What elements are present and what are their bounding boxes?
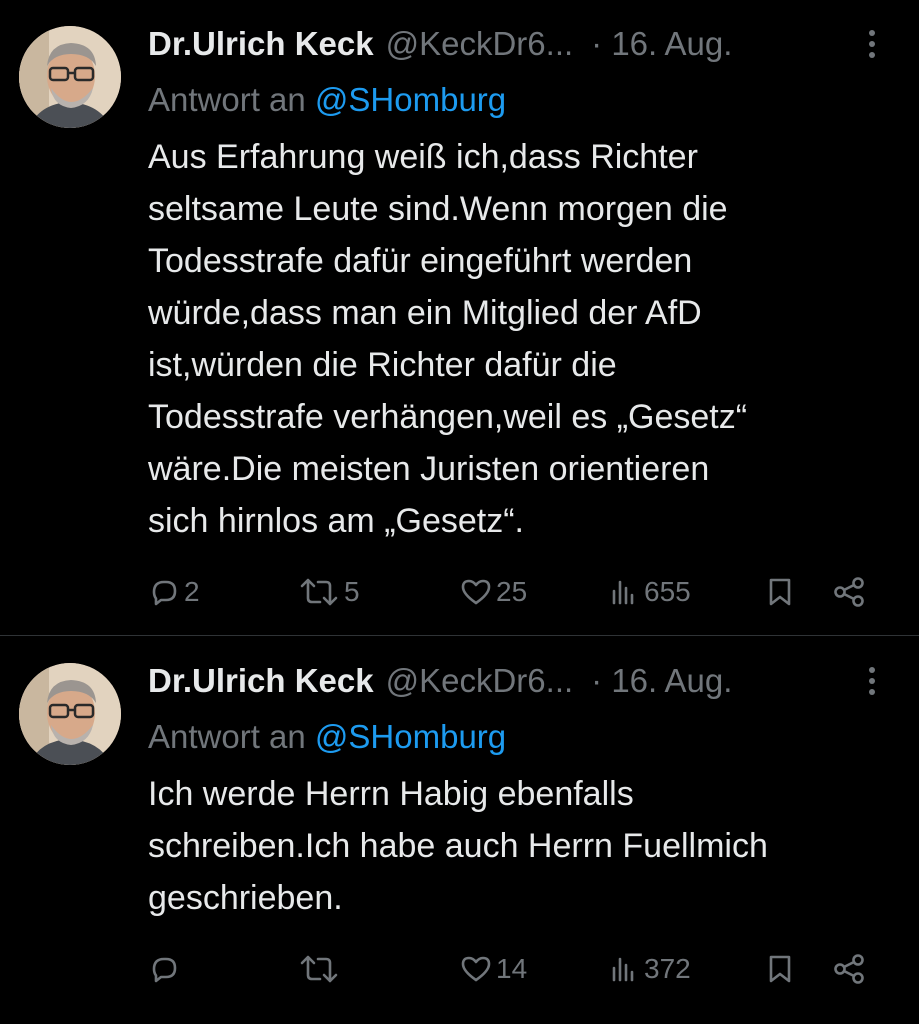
more-icon[interactable] [867, 667, 877, 701]
repost-icon [300, 955, 338, 983]
more-icon[interactable] [867, 30, 877, 64]
text-line: schreiben.Ich habe auch Herrn Fuellmich [148, 827, 768, 865]
heart-icon [461, 956, 491, 982]
like-count: 25 [496, 576, 528, 607]
reply-mention[interactable]: @SHomburg [315, 718, 506, 755]
reply-context: Antwort an @SHomburg [148, 715, 506, 759]
tweet-header: Dr.Ulrich Keck @KeckDr6... · 16. Aug. [148, 659, 888, 703]
view-count: 655 [644, 576, 691, 607]
tweet[interactable]: Dr.Ulrich Keck @KeckDr6... · 16. Aug. An… [0, 0, 919, 636]
reply-button[interactable] [148, 947, 184, 991]
tweet-header: Dr.Ulrich Keck @KeckDr6... · 16. Aug. [148, 22, 888, 66]
tweet[interactable]: Dr.Ulrich Keck @KeckDr6... · 16. Aug. An… [0, 637, 919, 1024]
reply-context: Antwort an @SHomburg [148, 78, 506, 122]
tweet-text: Aus Erfahrung weiß ich,dass Richter selt… [148, 131, 888, 547]
text-line: geschrieben. [148, 879, 343, 917]
reply-button[interactable]: 2 [148, 570, 200, 614]
reply-count: 2 [184, 576, 200, 607]
reply-mention[interactable]: @SHomburg [315, 81, 506, 118]
action-bar: 2 5 25 655 [148, 570, 888, 614]
repost-icon [300, 578, 338, 606]
like-button[interactable]: 14 [460, 947, 527, 991]
bookmark-button[interactable] [764, 947, 796, 991]
share-icon [834, 954, 864, 984]
repost-button[interactable] [298, 947, 344, 991]
text-line: Ich werde Herrn Habig ebenfalls [148, 775, 634, 813]
like-count: 14 [496, 953, 528, 984]
author-handle[interactable]: @KeckDr6... [386, 659, 574, 703]
views-icon [612, 957, 634, 982]
bookmark-icon [769, 955, 791, 983]
avatar[interactable] [19, 663, 121, 765]
author-handle[interactable]: @KeckDr6... [386, 22, 574, 66]
heart-icon [461, 579, 491, 605]
action-bar: 14 372 [148, 947, 888, 991]
reply-prefix: Antwort an [148, 718, 315, 755]
views-icon [612, 580, 634, 605]
share-icon [834, 577, 864, 607]
share-button[interactable] [832, 947, 868, 991]
reply-icon [152, 580, 177, 606]
avatar-image [19, 663, 121, 765]
text-line: wäre.Die meisten Juristen orientieren [148, 450, 710, 488]
text-line: würde,dass man ein Mitglied der AfD [148, 294, 702, 332]
text-line: Aus Erfahrung weiß ich,dass Richter [148, 138, 698, 176]
author-name[interactable]: Dr.Ulrich Keck [148, 22, 374, 66]
text-line: Todesstrafe dafür eingeführt werden [148, 242, 693, 280]
tweet-text: Ich werde Herrn Habig ebenfalls schreibe… [148, 768, 888, 924]
view-count: 372 [644, 953, 691, 984]
bookmark-icon [769, 578, 791, 606]
avatar-image [19, 26, 121, 128]
views-button[interactable]: 655 [608, 570, 691, 614]
tweet-date[interactable]: · 16. Aug. [591, 659, 732, 703]
share-button[interactable] [832, 570, 868, 614]
text-line: sich hirnlos am „Gesetz“. [148, 502, 524, 540]
avatar[interactable] [19, 26, 121, 128]
views-button[interactable]: 372 [608, 947, 691, 991]
reply-icon [152, 957, 177, 983]
tweet-date[interactable]: · 16. Aug. [591, 22, 732, 66]
text-line: Todesstrafe verhängen,weil es „Gesetz“ [148, 398, 748, 436]
reply-prefix: Antwort an [148, 81, 315, 118]
text-line: ist,würden die Richter dafür die [148, 346, 617, 384]
like-button[interactable]: 25 [460, 570, 527, 614]
tweet-divider [0, 635, 919, 636]
author-name[interactable]: Dr.Ulrich Keck [148, 659, 374, 703]
bookmark-button[interactable] [764, 570, 796, 614]
repost-button[interactable]: 5 [298, 570, 360, 614]
repost-count: 5 [344, 576, 360, 607]
text-line: seltsame Leute sind.Wenn morgen die [148, 190, 728, 228]
